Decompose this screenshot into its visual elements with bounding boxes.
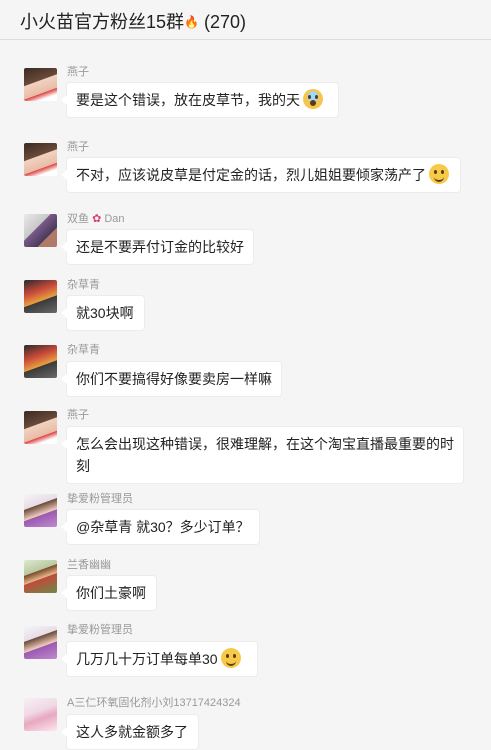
message-bubble[interactable]: 还是不要弄付订金的比较好 xyxy=(61,229,254,265)
avatar[interactable] xyxy=(24,560,57,593)
sender-name-suffix: Dan xyxy=(104,213,125,225)
sender-name-main: 双鱼 xyxy=(67,213,89,225)
message-text: 这人多就金额多了 xyxy=(76,724,188,740)
message-text: 几万几十万订单每单30 xyxy=(76,651,218,667)
smile-emoji-icon xyxy=(220,648,241,668)
message-bubble[interactable]: 几万几十万订单每单30 xyxy=(61,641,258,677)
message-text: 不对，应该说皮草是付定金的话，烈儿姐姐要倾家荡产了 xyxy=(76,167,426,183)
group-title[interactable]: 小火苗官方粉丝15群🔥 (270) xyxy=(20,8,246,34)
message-text: 就30块啊 xyxy=(76,305,134,321)
message-bubble[interactable]: 怎么会出现这种错误，很难理解，在这个淘宝直播最重要的时 刻 xyxy=(61,426,464,484)
flame-icon: 🔥 xyxy=(184,15,199,29)
avatar[interactable] xyxy=(24,411,57,444)
message-text: 你们土豪啊 xyxy=(76,585,146,601)
message-bubble[interactable]: @杂草青 就30？多少订单？ xyxy=(61,509,260,545)
avatar[interactable] xyxy=(24,345,57,378)
sender-name: A三仁环氧固化剂小刘13717424324 xyxy=(67,697,241,709)
message-bubble[interactable]: 你们不要搞得好像要卖房一样嘛 xyxy=(61,361,282,397)
sender-name: 燕子 xyxy=(67,66,89,78)
message-text: 你们不要搞得好像要卖房一样嘛 xyxy=(76,371,272,387)
message-text: 怎么会出现这种错误，很难理解，在这个淘宝直播最重要的时 xyxy=(76,436,454,452)
message-text: 还是不要弄付订金的比较好 xyxy=(76,239,244,255)
message-bubble[interactable]: 要是这个错误，放在皮草节，我的天 xyxy=(61,82,339,118)
message-text-continued: 刻 xyxy=(76,458,90,474)
shy-emoji-icon xyxy=(429,164,449,184)
message-text: 要是这个错误，放在皮草节，我的天 xyxy=(76,92,300,108)
member-count: (270) xyxy=(204,12,247,32)
avatar[interactable] xyxy=(24,494,57,527)
message-text: @杂草青 就30？多少订单？ xyxy=(76,519,250,535)
sender-name: 挚爱粉管理员 xyxy=(67,493,133,505)
sender-name: 燕子 xyxy=(67,409,89,421)
sender-name: 燕子 xyxy=(67,141,89,153)
group-name: 小火苗官方粉丝15群 xyxy=(20,12,185,32)
message-bubble[interactable]: 你们土豪啊 xyxy=(61,575,157,611)
chat-header: 小火苗官方粉丝15群🔥 (270) xyxy=(0,0,491,40)
message-bubble[interactable]: 不对，应该说皮草是付定金的话，烈儿姐姐要倾家荡产了 xyxy=(61,157,461,193)
avatar[interactable] xyxy=(24,626,57,659)
flower-icon: ✿ xyxy=(92,213,102,225)
sender-name: 杂草青 xyxy=(67,344,100,356)
sender-name: 兰香幽幽 xyxy=(67,559,111,571)
sender-name: 双鱼 ✿ Dan xyxy=(67,210,125,226)
avatar[interactable] xyxy=(24,68,57,101)
avatar[interactable] xyxy=(24,698,57,731)
avatar[interactable] xyxy=(24,280,57,313)
scream-emoji-icon xyxy=(303,89,323,109)
sender-name: 杂草青 xyxy=(67,279,100,291)
message-bubble[interactable]: 就30块啊 xyxy=(61,295,145,331)
sender-name: 挚爱粉管理员 xyxy=(67,624,133,636)
avatar[interactable] xyxy=(24,214,57,247)
avatar[interactable] xyxy=(24,143,57,176)
